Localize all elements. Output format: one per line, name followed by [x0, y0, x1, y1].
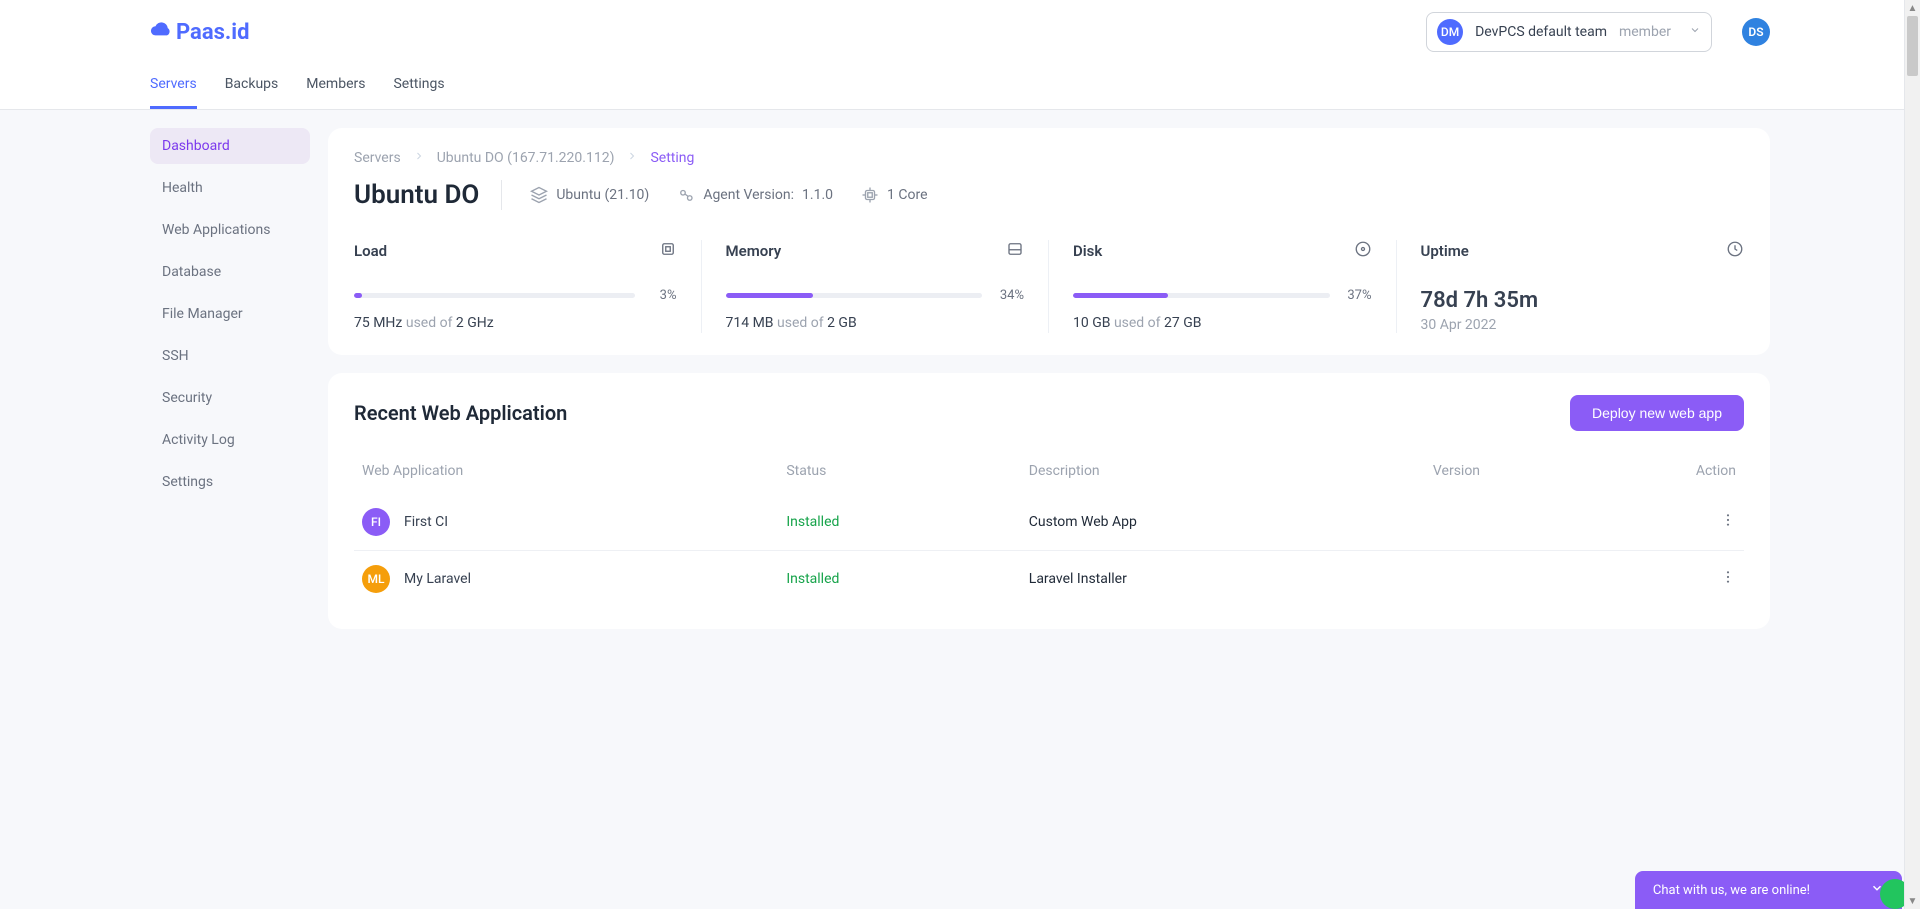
app-name: My Laravel	[404, 571, 471, 587]
sidebar: Dashboard Health Web Applications Database F…	[150, 128, 310, 647]
team-name: DevPCS default team	[1475, 24, 1607, 40]
chat-label: Chat with us, we are online!	[1653, 883, 1810, 898]
tab-servers[interactable]: Servers	[150, 66, 197, 109]
stat-memory: Memory 34% 714 MB used of 2 GB	[702, 240, 1050, 333]
logo[interactable]: Paas.id	[150, 18, 250, 46]
stat-total: 2 GHz	[456, 315, 494, 331]
sidebar-item-security[interactable]: Security	[150, 380, 310, 416]
clock-icon	[1726, 240, 1744, 262]
col-name: Web Application	[362, 463, 786, 479]
chevron-down-icon	[1689, 24, 1701, 40]
scroll-down-button[interactable]: ▼	[1905, 893, 1920, 909]
cloud-icon	[150, 18, 172, 46]
table-row: FI First CI InstalledCustom Web App	[354, 494, 1744, 550]
team-selector[interactable]: DM DevPCS default team member	[1426, 12, 1712, 52]
stat-total: 27 GB	[1164, 315, 1201, 331]
sidebar-item-health[interactable]: Health	[150, 170, 310, 206]
agent-version: 1.1.0	[802, 187, 833, 203]
stat-load: Load 3% 75 MHz used of 2 GHz	[354, 240, 702, 333]
progress-fill	[1073, 293, 1168, 298]
agent-icon	[677, 186, 695, 204]
crumb-current: Setting	[650, 150, 694, 166]
row-actions-menu[interactable]	[1720, 512, 1736, 528]
stat-percent: 3%	[645, 288, 677, 303]
app-status: Installed	[786, 514, 1028, 530]
sidebar-item-activity-log[interactable]: Activity Log	[150, 422, 310, 458]
stat-total: 2 GB	[827, 315, 857, 331]
server-os: Ubuntu (21.10)	[556, 187, 649, 203]
progress-fill	[354, 293, 362, 298]
team-avatar: DM	[1437, 19, 1463, 45]
app-description: Custom Web App	[1029, 514, 1433, 530]
app-name: First CI	[404, 514, 448, 530]
tab-backups[interactable]: Backups	[225, 66, 279, 109]
stat-label: Memory	[726, 242, 782, 260]
vertical-scrollbar[interactable]: ▲ ▼	[1904, 0, 1920, 909]
recent-apps-card: Recent Web Application Deploy new web ap…	[328, 373, 1770, 629]
crumb-servers[interactable]: Servers	[354, 150, 401, 166]
sidebar-item-dashboard[interactable]: Dashboard	[150, 128, 310, 164]
brand-text: Paas.id	[176, 20, 250, 45]
stat-uptime: Uptime 78d 7h 35m 30 Apr 2022	[1397, 240, 1745, 333]
scroll-up-button[interactable]: ▲	[1905, 0, 1920, 16]
stat-label: Load	[354, 242, 387, 260]
tab-settings[interactable]: Settings	[393, 66, 444, 109]
sidebar-item-ssh[interactable]: SSH	[150, 338, 310, 374]
stat-percent: 37%	[1340, 288, 1372, 303]
chat-widget[interactable]: Chat with us, we are online!	[1635, 871, 1902, 909]
sidebar-item-web-applications[interactable]: Web Applications	[150, 212, 310, 248]
stat-mid: used of	[1110, 315, 1164, 331]
app-avatar: ML	[362, 565, 390, 593]
chevron-right-icon	[413, 150, 425, 166]
progress-track	[1073, 293, 1330, 298]
col-status: Status	[786, 463, 1028, 479]
tab-members[interactable]: Members	[306, 66, 365, 109]
stat-mid: used of	[774, 315, 828, 331]
team-role: member	[1619, 24, 1671, 40]
stat-percent: 34%	[992, 288, 1024, 303]
server-overview-card: Servers Ubuntu DO (167.71.220.112) Setti…	[328, 128, 1770, 355]
table-header: Web Application Status Description Versi…	[354, 449, 1744, 494]
deploy-button[interactable]: Deploy new web app	[1570, 395, 1744, 431]
app-description: Laravel Installer	[1029, 571, 1433, 587]
uptime-date: 30 Apr 2022	[1421, 317, 1745, 333]
user-avatar[interactable]: DS	[1742, 18, 1770, 46]
chevron-down-icon	[1870, 881, 1884, 899]
agent-label: Agent Version:	[703, 187, 794, 203]
layers-icon	[530, 186, 548, 204]
chip-icon	[659, 240, 677, 262]
chevron-right-icon	[626, 150, 638, 166]
stat-label: Disk	[1073, 242, 1102, 260]
server-name: Ubuntu DO	[354, 180, 502, 210]
breadcrumb: Servers Ubuntu DO (167.71.220.112) Setti…	[354, 150, 1744, 166]
col-version: Version	[1433, 463, 1635, 479]
section-title: Recent Web Application	[354, 401, 567, 425]
table-row: ML My Laravel InstalledLaravel Installer	[354, 550, 1744, 607]
col-desc: Description	[1029, 463, 1433, 479]
sidebar-item-settings[interactable]: Settings	[150, 464, 310, 500]
progress-track	[726, 293, 983, 298]
progress-fill	[726, 293, 813, 298]
app-avatar: FI	[362, 508, 390, 536]
stat-used: 714 MB	[726, 315, 774, 331]
app-status: Installed	[786, 571, 1028, 587]
scroll-thumb[interactable]	[1907, 16, 1918, 76]
col-action: Action	[1635, 463, 1736, 479]
sidebar-item-database[interactable]: Database	[150, 254, 310, 290]
memory-icon	[1006, 240, 1024, 262]
cpu-icon	[861, 186, 879, 204]
stat-used: 10 GB	[1073, 315, 1110, 331]
row-actions-menu[interactable]	[1720, 569, 1736, 585]
stat-used: 75 MHz	[354, 315, 402, 331]
server-cores: 1 Core	[887, 187, 927, 203]
progress-track	[354, 293, 635, 298]
uptime-value: 78d 7h 35m	[1421, 288, 1745, 313]
sidebar-item-file-manager[interactable]: File Manager	[150, 296, 310, 332]
main-tabs: Servers Backups Members Settings	[0, 56, 1920, 109]
stat-mid: used of	[402, 315, 456, 331]
disk-icon	[1354, 240, 1372, 262]
stat-label: Uptime	[1421, 242, 1469, 260]
crumb-server[interactable]: Ubuntu DO (167.71.220.112)	[437, 150, 615, 166]
stat-disk: Disk 37% 10 GB used of 27 GB	[1049, 240, 1397, 333]
